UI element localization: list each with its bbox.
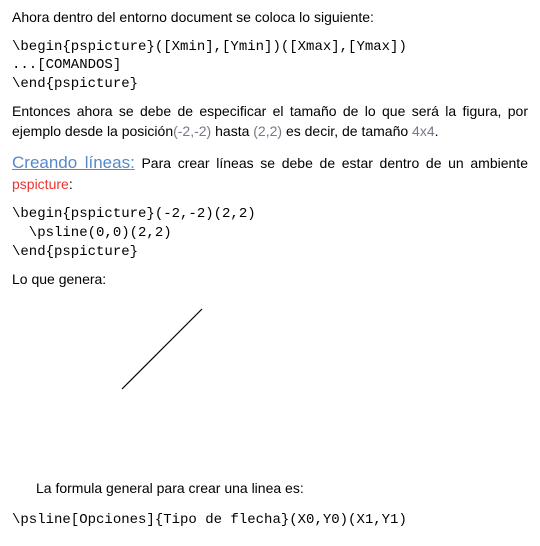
code-line: \psline[Opciones]{Tipo de flecha}(X0,Y0)… <box>12 512 407 528</box>
coord-text: (-2,-2) <box>173 123 211 139</box>
code-block-env-template: \begin{pspicture}([Xmin],[Ymin])([Xmax],… <box>12 38 528 95</box>
code-line: \end{pspicture} <box>12 76 138 92</box>
size-text: 4x4 <box>412 123 435 139</box>
text-fragment: : <box>69 176 73 192</box>
size-paragraph: Entonces ahora se debe de especificar el… <box>12 102 528 141</box>
coord-text: (2,2) <box>253 123 282 139</box>
code-line: ...[COMANDOS] <box>12 57 121 73</box>
code-block-psline-example: \begin{pspicture}(-2,-2)(2,2) \psline(0,… <box>12 205 528 262</box>
code-line: \psline(0,0)(2,2) <box>12 225 172 241</box>
creating-lines-paragraph: Creando líneas: Para crear líneas se deb… <box>12 151 528 194</box>
psline-figure <box>12 299 528 399</box>
text-fragment: hasta <box>211 123 253 139</box>
section-heading: Creando líneas: <box>12 153 135 172</box>
text-fragment: . <box>435 123 439 139</box>
generates-paragraph: Lo que genera: <box>12 270 528 290</box>
line-drawing <box>12 299 232 399</box>
env-name: pspicture <box>12 176 69 192</box>
intro-paragraph: Ahora dentro del entorno document se col… <box>12 8 528 28</box>
formula-paragraph: La formula general para crear una linea … <box>12 479 528 499</box>
code-line: \begin{pspicture}([Xmin],[Ymin])([Xmax],… <box>12 39 407 55</box>
text-fragment: Para crear líneas se debe de estar dentr… <box>135 155 528 171</box>
code-line: \begin{pspicture}(-2,-2)(2,2) <box>12 206 256 222</box>
code-line: \end{pspicture} <box>12 244 138 260</box>
text-fragment: es decir, de tamaño <box>282 123 412 139</box>
